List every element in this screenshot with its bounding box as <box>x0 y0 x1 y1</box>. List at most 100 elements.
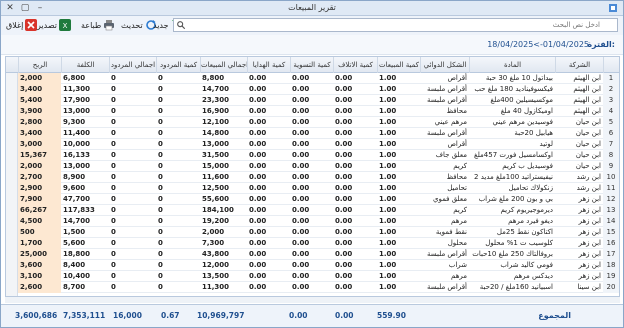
search-icon[interactable] <box>176 20 186 30</box>
close-button[interactable]: إغلاق <box>6 18 38 32</box>
cell-company: ابن زهر <box>578 272 601 280</box>
column-header-dosage-form[interactable]: الشكل الدوائي <box>420 57 469 73</box>
table-row[interactable]: 2,000 6,800 0 0 8,800 0.00 0.00 0.00 1.00 أقراص بي… <box>6 73 619 84</box>
print-button[interactable]: طباعة <box>81 18 115 32</box>
cell-profit: 3,100 <box>18 271 61 282</box>
cell-company: ابن زهر <box>578 206 601 214</box>
cell-gifts: 0.00 <box>249 250 267 258</box>
column-header-sales-total[interactable]: اجمالي المبيعات <box>200 57 247 73</box>
cell-settle: 0.00 <box>292 272 310 280</box>
table-row[interactable]: 7,900 47,700 0 0 55,600 0.00 0.00 0.00 1.00 معلق … <box>6 194 619 205</box>
column-header-cost[interactable]: الكلفة <box>61 57 109 73</box>
cell-cost: 1,500 <box>63 228 86 236</box>
table-row[interactable]: 2,900 9,600 0 0 12,500 0.00 0.00 0.00 1.00 تحاميل… <box>6 183 619 194</box>
cell-material: فوسيدين مرهم عيني <box>492 118 553 126</box>
table-row[interactable]: 500 1,500 0 0 2,000 0.00 0.00 0.00 1.00 نقط فموية… <box>6 227 619 238</box>
column-header-returned-total[interactable]: اجمالي المردود <box>109 57 156 73</box>
cell-material: نيفيستراتيد 100ملغ مديد 2 <box>474 173 553 181</box>
cell-total: 23,300 <box>202 96 230 104</box>
cell-form: أقراص ملبسة <box>427 96 467 104</box>
cell-gifts: 0.00 <box>249 228 267 236</box>
table-row[interactable]: 2,800 9,300 0 0 12,100 0.00 0.00 0.00 1.00 مرهم ع… <box>6 117 619 128</box>
table-row[interactable]: 5,400 17,900 0 0 23,300 0.00 0.00 0.00 1.00 أقراص… <box>6 95 619 106</box>
cell-n: 18 <box>603 260 619 271</box>
table-row[interactable]: 3,400 11,300 0 0 14,700 0.00 0.00 0.00 1.00 أقراص… <box>6 84 619 95</box>
cell-settle: 0.00 <box>292 107 310 115</box>
table-row[interactable]: 15,367 16,133 0 0 31,500 0.00 0.00 0.00 1.00 معلق… <box>6 150 619 161</box>
search-input[interactable] <box>174 19 604 31</box>
cell-company: ابن زهر <box>578 250 601 258</box>
cell-gifts: 0.00 <box>249 261 267 269</box>
cell-total: 14,700 <box>202 85 230 93</box>
column-header-gifts-qty[interactable]: كمية الهدايا <box>247 57 290 73</box>
cell-rtotal: 0 <box>111 151 116 159</box>
table-row[interactable]: 25,000 18,800 0 0 43,800 0.00 0.00 0.00 1.00 أقرا… <box>6 249 619 260</box>
column-header-material[interactable]: المادة <box>469 57 555 73</box>
cell-cost: 9,300 <box>63 118 86 126</box>
table-row[interactable]: 3,600 8,400 0 0 12,000 0.00 0.00 0.00 1.00 شراب فو… <box>6 260 619 271</box>
cell-company: ابن الهيثم <box>573 107 601 115</box>
table-row[interactable]: 2,700 8,900 0 0 11,600 0.00 0.00 0.00 1.00 محافظ ن… <box>6 172 619 183</box>
app-icon <box>609 4 617 12</box>
cell-n: 3 <box>603 95 619 106</box>
table-row[interactable]: 3,100 10,400 0 0 13,500 0.00 0.00 0.00 1.00 مرهم د… <box>6 271 619 282</box>
cell-total: 184,100 <box>202 206 234 214</box>
cell-sales: 1.00 <box>379 74 397 82</box>
cell-form: أقراص ملبسة <box>427 250 467 258</box>
cell-company: ابن حيان <box>575 151 601 159</box>
cell-damaged: 0.00 <box>335 228 353 236</box>
cell-cost: 8,400 <box>63 261 86 269</box>
cell-cost: 10,000 <box>63 140 91 148</box>
cell-total: 14,800 <box>202 129 230 137</box>
cell-form: أقراص <box>447 140 467 148</box>
cell-company: ابن الهيثم <box>573 96 601 104</box>
cell-settle: 0.00 <box>292 140 310 148</box>
refresh-button[interactable]: تحديث <box>121 18 157 32</box>
column-header-company[interactable]: الشركة <box>555 57 603 73</box>
cell-profit: 500 <box>18 227 61 238</box>
cell-total: 11,600 <box>202 173 230 181</box>
cell-rqty: 0 <box>158 85 163 93</box>
column-header-damaged-qty[interactable]: كمية الاتلاف <box>333 57 377 73</box>
report-window: ✕ ▢ – تقرير المبيعات إغلاق تصدير X طباعة… <box>0 0 624 328</box>
cell-rqty: 0 <box>158 261 163 269</box>
column-header-returned-qty[interactable]: كمية المردود <box>156 57 200 73</box>
table-row[interactable]: 3,900 13,000 0 0 16,900 0.00 0.00 0.00 1.00 محافظ… <box>6 106 619 117</box>
column-header-profit[interactable]: الربح <box>18 57 61 73</box>
vertical-scrollbar[interactable] <box>6 73 18 296</box>
cell-sales: 1.00 <box>379 206 397 214</box>
table-row[interactable]: 66,267 117,833 0 0 184,100 0.00 0.00 0.00 1.00 كر… <box>6 205 619 216</box>
cell-damaged: 0.00 <box>335 283 353 291</box>
horizontal-scrollbar[interactable] <box>5 297 620 303</box>
cell-cost: 16,133 <box>63 151 91 159</box>
cell-settle: 0.00 <box>292 184 310 192</box>
total-sales-qty: 559.90 <box>377 311 406 320</box>
cell-damaged: 0.00 <box>335 184 353 192</box>
cell-material: اكتاكون نقط 25مل <box>496 228 553 236</box>
table-row[interactable]: 1,700 5,600 0 0 7,300 0.00 0.00 0.00 1.00 محلول كل… <box>6 238 619 249</box>
table-row[interactable]: 2,600 8,700 0 0 11,300 0.00 0.00 0.00 1.00 أقراص … <box>6 282 619 293</box>
column-header-settlement-qty[interactable]: كمية التسوية <box>290 57 333 73</box>
svg-text:X: X <box>63 22 68 30</box>
column-header-sales-qty[interactable]: كمية المبيعات <box>377 57 420 73</box>
table-row[interactable]: 2,000 13,000 0 0 15,000 0.00 0.00 0.00 1.00 كريم ف… <box>6 161 619 172</box>
cell-profit: 25,000 <box>18 249 61 260</box>
cell-rtotal: 0 <box>111 250 116 258</box>
period-row: الفترة: 18/04/2025<-01/04/2025 <box>1 35 623 55</box>
table-row[interactable]: 3,400 11,400 0 0 14,800 0.00 0.00 0.00 1.00 أقراص… <box>6 128 619 139</box>
cell-gifts: 0.00 <box>249 239 267 247</box>
cell-material: موكسيسيلين 400ملغ <box>490 96 553 104</box>
refresh-button-label: تحديث <box>121 20 143 30</box>
export-button[interactable]: تصدير X <box>37 18 72 32</box>
cell-rtotal: 0 <box>111 184 116 192</box>
table-row[interactable]: 3,000 10,000 0 0 13,000 0.00 0.00 0.00 1.00 أقراص… <box>6 139 619 150</box>
cell-material: زنكولاك تحاميل <box>508 184 553 192</box>
total-returned-total: 16,000 <box>113 311 142 320</box>
cell-gifts: 0.00 <box>249 85 267 93</box>
cell-cost: 18,800 <box>63 250 91 258</box>
cell-total: 12,000 <box>202 261 230 269</box>
period-value[interactable]: 18/04/2025<-01/04/2025 <box>487 40 589 49</box>
cell-n: 10 <box>603 172 619 183</box>
cell-form: مرهم <box>451 272 467 280</box>
table-row[interactable]: 4,500 14,700 0 0 19,200 0.00 0.00 0.00 1.00 مرهم د… <box>6 216 619 227</box>
